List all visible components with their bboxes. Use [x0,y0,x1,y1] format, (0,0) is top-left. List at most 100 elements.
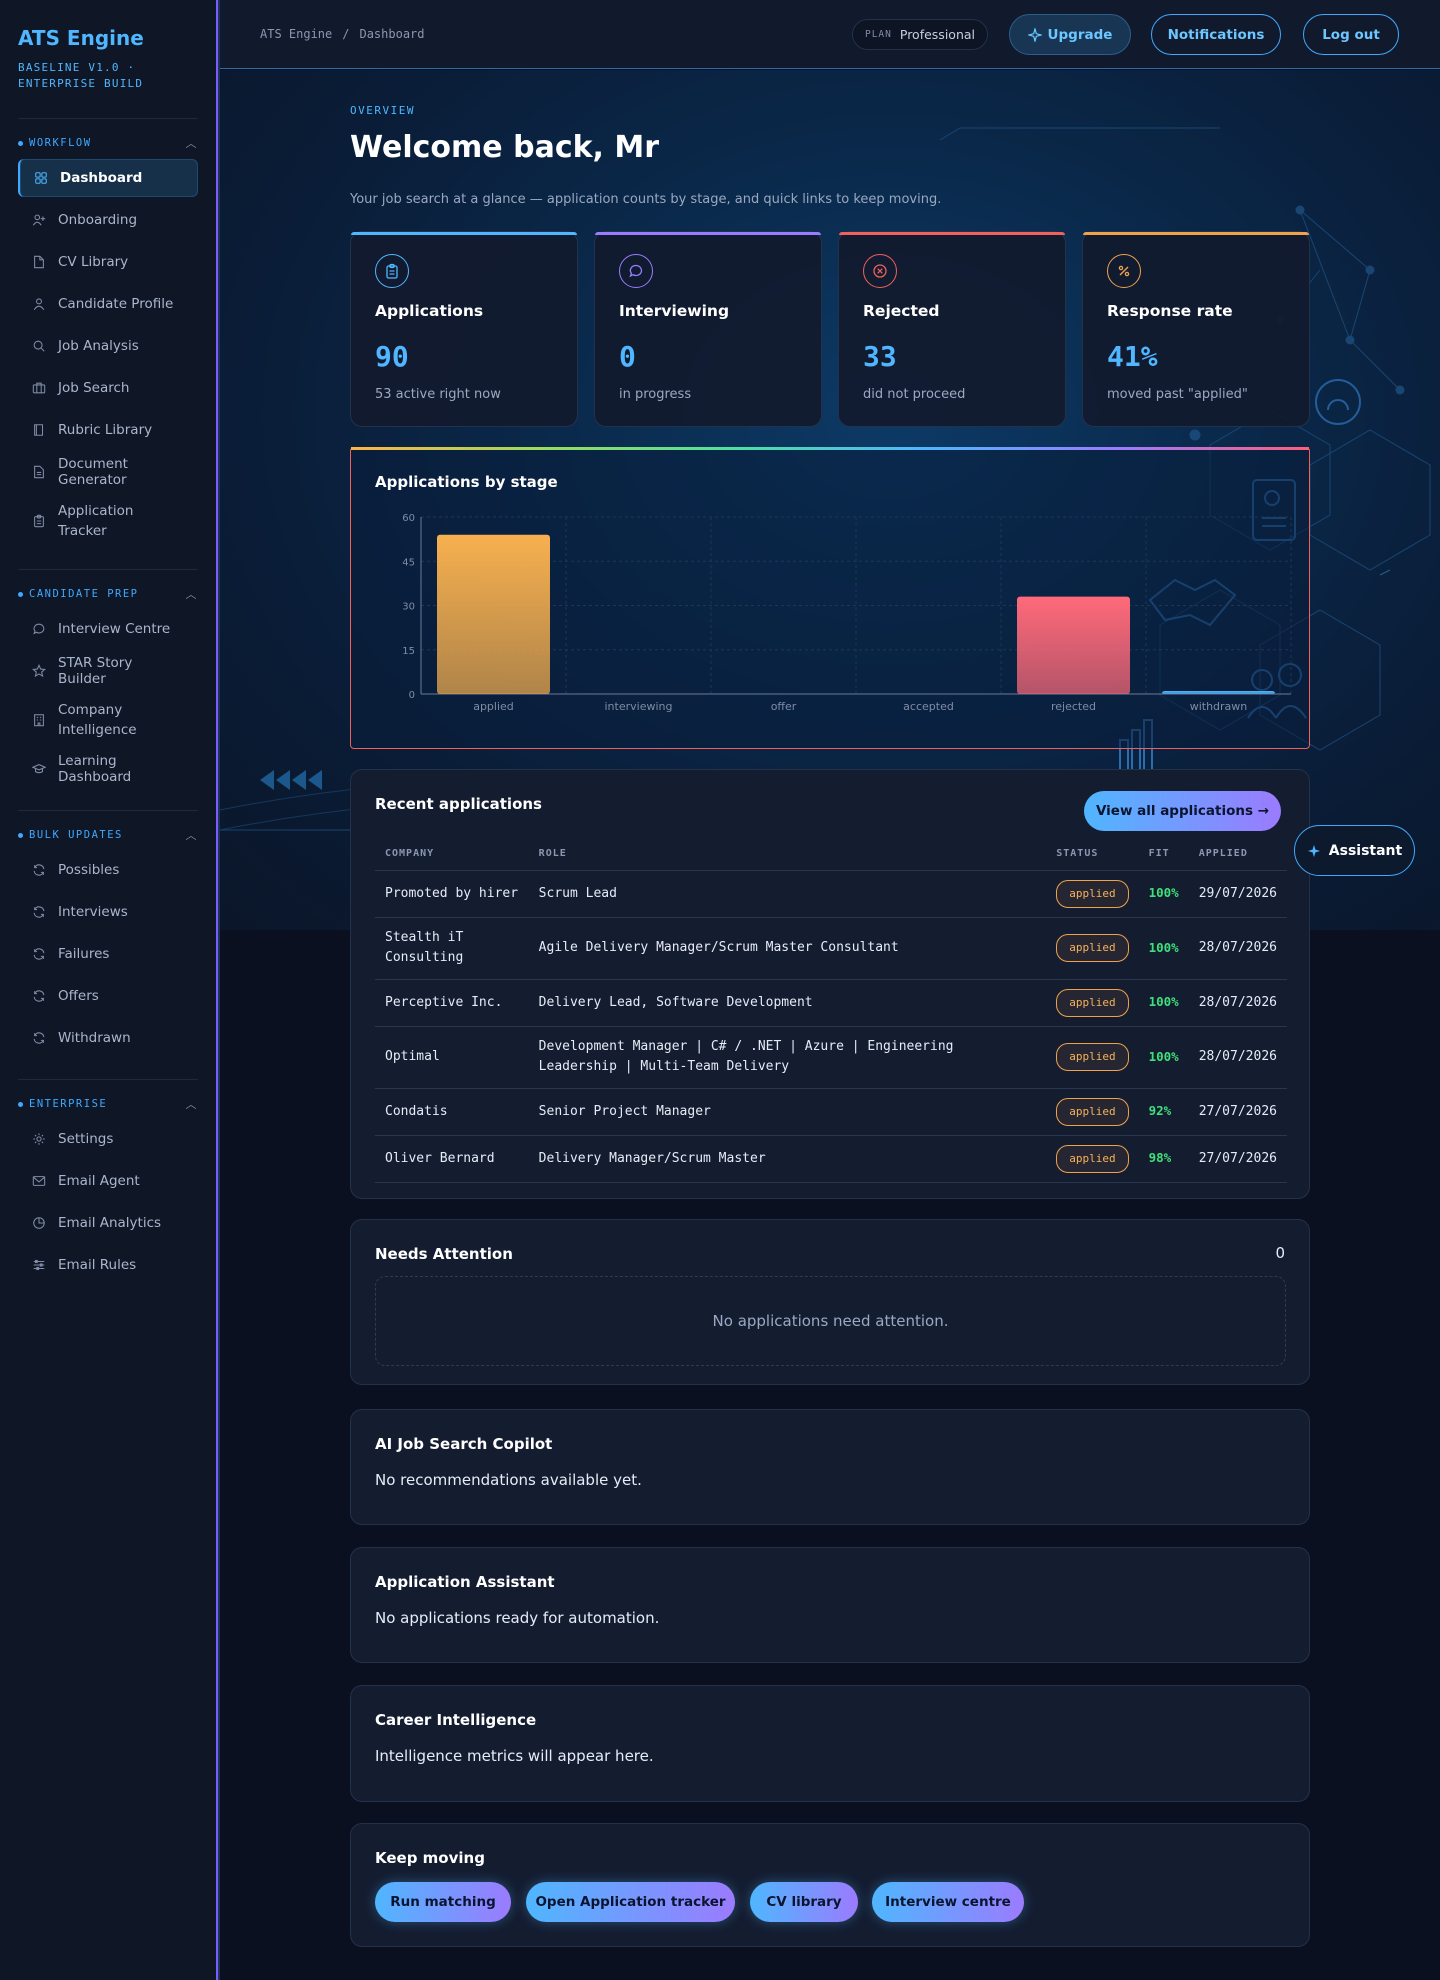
career-intelligence-title: Career Intelligence [375,1711,537,1729]
sidebar-item-email-rules[interactable]: Email Rules [18,1246,198,1284]
sidebar-item-failures[interactable]: Failures [18,935,198,973]
gear-icon [33,1133,45,1145]
stat-card-response-rate[interactable]: Response rate 41% moved past "applied" [1082,231,1310,427]
chevron-up-icon[interactable]: ︿ [186,135,199,151]
table-row[interactable]: Condatis Senior Project Manager applied … [375,1088,1287,1136]
sparkle-icon [1027,27,1042,42]
applied-date-cell: 28/07/2026 [1188,979,1287,1027]
column-header-applied[interactable]: APPLIED [1188,838,1287,871]
chevron-up-icon[interactable]: ︿ [186,586,199,602]
stat-card-interviewing[interactable]: Interviewing 0 in progress [594,231,822,427]
sidebar-item-settings[interactable]: Settings [18,1120,198,1158]
stat-note: moved past "applied" [1107,387,1248,402]
sidebar-item-label: Offers [58,988,99,1004]
applied-date-cell: 29/07/2026 [1188,870,1287,918]
sparkle-icon [1307,844,1320,857]
sidebar-item-possibles[interactable]: Possibles [18,851,198,889]
sidebar-item-interviews[interactable]: Interviews [18,893,198,931]
company-cell: Perceptive Inc. [375,979,529,1027]
sidebar-item-email-analytics[interactable]: Email Analytics [18,1204,198,1242]
sidebar-item-application-tracker[interactable]: Application Tracker [18,495,198,547]
topbar: ATS Engine / Dashboard PLAN Professional U… [220,0,1440,69]
grid-icon [35,172,47,184]
breadcrumb-separator: / [342,27,350,41]
applications-by-stage-chart: 0 15 30 45 60 applied interviewing offer accepte… [402,513,1292,713]
logout-button[interactable]: Log out [1303,14,1399,55]
open-application-tracker-button[interactable]: Open Application tracker [526,1882,735,1922]
stat-card-rejected[interactable]: Rejected 33 did not proceed [838,231,1066,427]
nav-section-header[interactable]: CANDIDATE PREP ︿ [18,586,198,602]
app-title[interactable]: ATS Engine [18,26,198,50]
building-icon [34,714,44,727]
ai-copilot-text: No recommendations available yet. [375,1471,642,1489]
column-header-fit[interactable]: FIT [1138,838,1189,871]
sidebar-item-label: Interview Centre [58,621,171,637]
fit-cell: 100% [1138,870,1189,918]
nav-section-header[interactable]: BULK UPDATES ︿ [18,827,198,843]
sidebar-item-learning-dashboard[interactable]: Learning Dashboard [18,750,198,788]
table-row[interactable]: Optimal Development Manager | C# / .NET … [375,1026,1287,1089]
column-header-status[interactable]: STATUS [1046,838,1139,871]
sidebar-item-company-intelligence[interactable]: Company Intelligence [18,694,198,746]
table-row[interactable]: Perceptive Inc. Delivery Lead, Software … [375,979,1287,1027]
needs-attention-title: Needs Attention [375,1245,513,1263]
assistant-button[interactable]: Assistant [1294,825,1415,876]
nav-section-header[interactable]: WORKFLOW ︿ [18,135,198,151]
sidebar-item-dashboard[interactable]: Dashboard [18,159,198,197]
sidebar-item-star-story-builder[interactable]: STAR Story Builder [18,652,198,690]
sidebar-item-withdrawn[interactable]: Withdrawn [18,1019,198,1057]
sidebar-item-label: STAR Story Builder [58,655,133,687]
nav-section-label: CANDIDATE PREP [29,588,139,600]
sidebar-item-cv-library[interactable]: CV Library [18,243,198,281]
stat-card-applications[interactable]: Applications 90 53 active right now [350,231,578,427]
table-row[interactable]: Oliver Bernard Delivery Manager/Scrum Ma… [375,1135,1287,1183]
sidebar-item-interview-centre[interactable]: Interview Centre [18,610,198,648]
table-row[interactable]: Stealth iT Consulting Agile Delivery Man… [375,917,1287,980]
sidebar-item-label: Rubric Library [58,422,153,438]
refresh-icon [33,1032,45,1044]
stat-accent-bar [595,232,821,235]
column-header-company[interactable]: COMPANY [375,838,529,871]
view-all-applications-button[interactable]: View all applications → [1084,791,1281,831]
stat-label: Interviewing [619,302,730,320]
stat-label: Rejected [863,302,940,320]
company-cell: Condatis [375,1088,529,1136]
run-matching-button[interactable]: Run matching [375,1882,511,1922]
fit-value: 100% [1148,939,1179,955]
nav-section-title: BULK UPDATES [18,829,123,841]
y-tick-label: 45 [402,557,415,568]
sidebar-item-label: CV Library [58,254,129,270]
sidebar-item-candidate-profile[interactable]: Candidate Profile [18,285,198,323]
nav-section-header[interactable]: ENTERPRISE ︿ [18,1096,198,1112]
needs-attention-count: 0 [1275,1244,1285,1262]
column-header-role[interactable]: ROLE [528,838,1047,871]
sidebar: ATS Engine BASELINE V1.0 · ENTERPRISE BU… [0,0,218,1980]
bar-withdrawn [1162,691,1275,694]
y-tick-label: 15 [402,646,415,657]
upgrade-button[interactable]: Upgrade [1009,14,1131,55]
breadcrumb-root[interactable]: ATS Engine [260,27,332,41]
sidebar-item-rubric-library[interactable]: Rubric Library [18,411,198,449]
bar-applied [437,534,550,694]
file-icon [34,255,44,269]
dot-icon [18,591,23,597]
sidebar-item-label: Interviews [58,904,128,920]
chevron-up-icon[interactable]: ︿ [186,1096,199,1112]
sidebar-item-offers[interactable]: Offers [18,977,198,1015]
notifications-button[interactable]: Notifications [1151,14,1281,55]
sidebar-item-document-generator[interactable]: Document Generator [18,453,198,491]
stat-accent-bar [1083,232,1309,235]
sidebar-item-job-analysis[interactable]: Job Analysis [18,327,198,365]
cv-library-button[interactable]: CV library [750,1882,858,1922]
chevron-up-icon[interactable]: ︿ [186,827,199,843]
table-row[interactable]: Promoted by hirer Scrum Lead applied 100… [375,870,1287,918]
sidebar-item-job-search[interactable]: Job Search [18,369,198,407]
sidebar-item-onboarding[interactable]: Onboarding [18,201,198,239]
interview-centre-button[interactable]: Interview centre [872,1882,1024,1922]
sidebar-item-label: Job Analysis [58,338,139,354]
sidebar-item-email-agent[interactable]: Email Agent [18,1162,198,1200]
y-tick-label: 60 [402,513,415,524]
mail-icon [32,1176,46,1186]
ai-copilot-card: AI Job Search Copilot No recommendations… [350,1409,1310,1525]
status-cell: applied [1046,979,1139,1027]
